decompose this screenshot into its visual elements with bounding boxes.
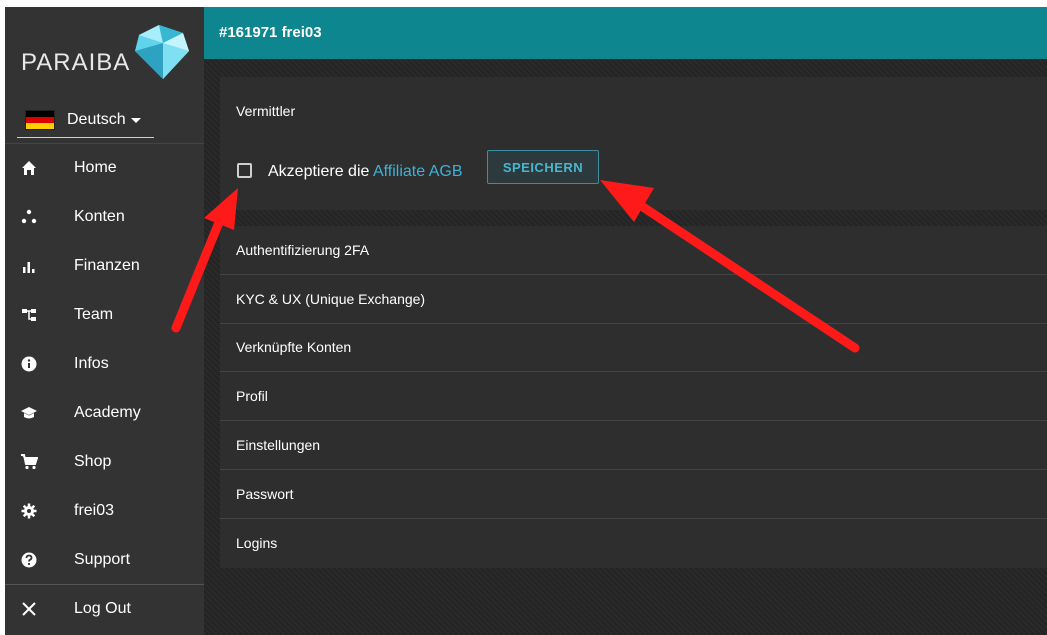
accept-affiliate-checkbox[interactable] — [237, 163, 252, 178]
home-icon — [19, 158, 39, 178]
sidebar-item-label: Shop — [74, 452, 112, 470]
page-title: #161971 frei03 — [219, 24, 322, 41]
settings-sections-list: Authentifizierung 2FA KYC & UX (Unique E… — [220, 226, 1047, 568]
sidebar-item-label: Academy — [74, 403, 141, 421]
language-label: Deutsch — [67, 111, 126, 128]
language-selector[interactable]: Deutsch — [17, 103, 154, 138]
affiliate-agb-link[interactable]: Affiliate AGB — [373, 163, 463, 180]
section-password[interactable]: Passwort — [220, 470, 1047, 519]
logout-label: Log Out — [74, 600, 131, 618]
sidebar-item-finanzen[interactable]: Finanzen — [5, 242, 204, 291]
section-2fa[interactable]: Authentifizierung 2FA — [220, 226, 1047, 275]
vermittler-title: Vermittler — [236, 103, 296, 119]
org-chart-icon — [19, 305, 39, 325]
bar-chart-icon — [19, 256, 39, 276]
sidebar: PARAIBA Deutsch Home Konten Finanzen Tea… — [5, 7, 204, 635]
sidebar-item-team[interactable]: Team — [5, 291, 204, 340]
close-icon — [19, 599, 39, 619]
top-bar: #161971 frei03 — [204, 7, 1047, 59]
sidebar-item-label: Home — [74, 159, 117, 177]
flag-germany-icon — [25, 110, 55, 130]
sidebar-item-label: Support — [74, 550, 131, 568]
section-profile[interactable]: Profil — [220, 372, 1047, 422]
section-settings[interactable]: Einstellungen — [220, 421, 1047, 470]
sidebar-item-infos[interactable]: Infos — [5, 340, 204, 389]
sidebar-item-label: Team — [74, 306, 114, 324]
sidebar-menu: Home Konten Finanzen Team Infos Academy … — [5, 143, 204, 633]
vermittler-panel: Vermittler Akzeptiere die Affiliate AGB … — [220, 77, 1047, 210]
sidebar-item-home[interactable]: Home — [5, 144, 204, 193]
graduation-cap-icon — [19, 403, 39, 423]
logout-button[interactable]: Log Out — [5, 584, 204, 633]
accept-affiliate-label: Akzeptiere die Affiliate AGB — [268, 163, 462, 181]
gear-icon — [19, 501, 39, 521]
app-frame: PARAIBA Deutsch Home Konten Finanzen Tea… — [0, 0, 1047, 635]
diamond-icon — [135, 25, 189, 79]
sidebar-item-settings[interactable]: frei03 — [5, 486, 204, 535]
section-kyc[interactable]: KYC & UX (Unique Exchange) — [220, 275, 1047, 324]
section-logins[interactable]: Logins — [220, 519, 1047, 568]
cart-icon — [19, 452, 39, 472]
dots-icon — [19, 207, 39, 227]
sidebar-item-label: Finanzen — [74, 257, 140, 275]
main-content: #161971 frei03 Vermittler Akzeptiere die… — [204, 7, 1047, 635]
accept-prefix: Akzeptiere die — [268, 163, 370, 180]
logo-text: PARAIBA — [21, 49, 131, 76]
sidebar-item-konten[interactable]: Konten — [5, 193, 204, 242]
caret-down-icon — [130, 117, 141, 123]
question-icon — [19, 550, 39, 570]
sidebar-item-shop[interactable]: Shop — [5, 437, 204, 486]
sidebar-item-label: Konten — [74, 208, 125, 226]
sidebar-item-academy[interactable]: Academy — [5, 388, 204, 437]
save-button[interactable]: SPEICHERN — [487, 150, 599, 184]
section-linked-accounts[interactable]: Verknüpfte Konten — [220, 324, 1047, 373]
sidebar-item-support[interactable]: Support — [5, 535, 204, 584]
sidebar-item-label: Infos — [74, 355, 109, 372]
brand-logo[interactable]: PARAIBA — [17, 19, 192, 81]
info-icon — [19, 354, 39, 374]
sidebar-item-label: frei03 — [74, 501, 115, 519]
